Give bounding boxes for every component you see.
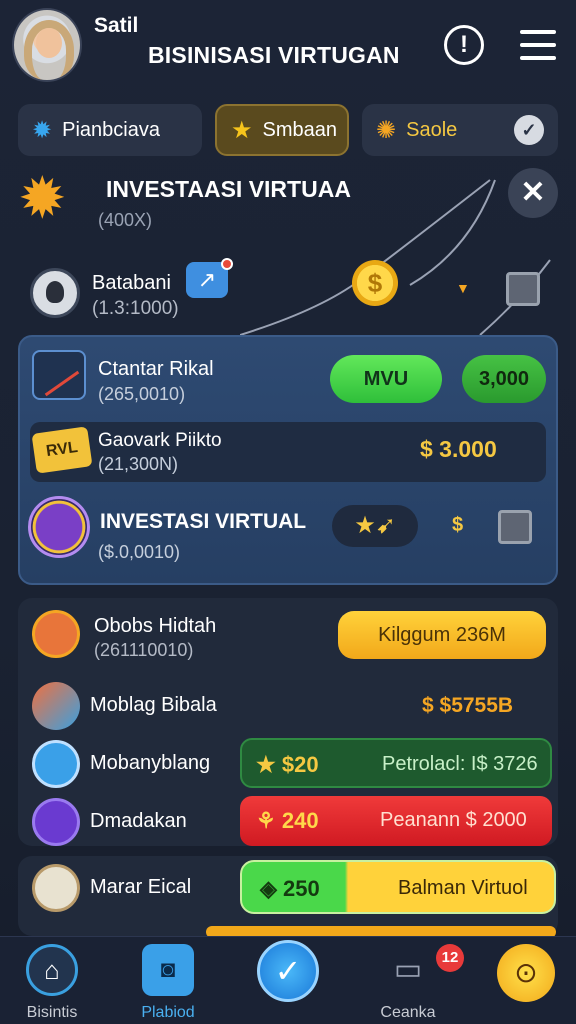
trend-badge[interactable]: ↗ xyxy=(186,258,233,298)
list-item-name: Dmadakan xyxy=(90,810,187,832)
check-icon: ✓ xyxy=(257,940,319,1002)
list-item-name: Mobanyblang xyxy=(90,752,211,774)
chat-icon: ▭ 12 xyxy=(382,944,464,996)
list-item-text: Petrolacl: I$ 3726 xyxy=(382,753,538,775)
nav-label: Plabiod xyxy=(141,1004,195,1021)
home-icon: ⌂ xyxy=(26,944,78,996)
investor-avatar-icon xyxy=(28,496,90,558)
star-icon: ★ xyxy=(231,116,253,144)
trend-icon: ↗ xyxy=(197,267,217,292)
user-row-sub: (1.3:1000) xyxy=(92,298,179,319)
chart-icon[interactable] xyxy=(506,272,540,306)
layers-icon xyxy=(32,740,80,788)
portfolio-item-sub: (21,300N) xyxy=(98,454,179,474)
list-item-value: $ $5755B xyxy=(422,694,514,717)
notification-badge: 12 xyxy=(436,944,464,972)
section-title: INVESTAASI VIRTUAA xyxy=(106,176,351,202)
portfolio-item-name: Gaovark Piikto xyxy=(98,430,222,451)
nav-label: Bisintis xyxy=(26,1004,78,1021)
user-row-name: Batabani xyxy=(92,272,171,294)
chip-saole[interactable]: ✺ Saole ✓ xyxy=(362,104,558,156)
rvl-badge-icon: RVL xyxy=(31,426,93,474)
mvu-button[interactable]: MVU xyxy=(330,355,442,403)
search-icon: ⊙ xyxy=(497,944,555,1002)
list-item-sub: (261110010) xyxy=(94,640,194,660)
list-item-button[interactable]: ★ $20 Petrolacl: I$ 3726 xyxy=(240,738,552,788)
nav-item-search[interactable]: ⊙ xyxy=(476,944,576,1002)
list-item-name: Moblag Bibala xyxy=(90,694,217,716)
nav-item-check[interactable]: ✓ xyxy=(238,940,338,1002)
nav-item-ceanka[interactable]: ▭ 12 Ceanka xyxy=(358,944,464,1022)
gear-icon: ✹ xyxy=(18,166,67,231)
portfolio-item-name: Ctantar Rikal xyxy=(98,358,214,380)
chip-pianbciava[interactable]: ✹ Pianbciava xyxy=(18,104,202,156)
list-item-button[interactable]: ⚘ 240 Peanann $ 2000 xyxy=(240,796,552,846)
nav-item-plabiod[interactable]: ◙ Plabiod xyxy=(118,944,218,1022)
star-icon: ★➹ xyxy=(354,512,396,539)
chip-label: Pianbciava xyxy=(62,118,160,141)
check-icon[interactable]: ✓ xyxy=(514,115,544,145)
chart-icon xyxy=(32,350,86,400)
avatar[interactable] xyxy=(30,268,80,318)
hamburger-menu-button[interactable] xyxy=(520,30,556,62)
portfolio-item-name: INVESTASI VIRTUAL xyxy=(100,510,307,533)
star-rocket-button[interactable]: ★➹ xyxy=(332,505,418,547)
chart-icon: ◙ xyxy=(142,944,194,996)
list-item-text: Peanann $ 2000 xyxy=(380,809,527,831)
list-item-button[interactable]: ◈ 250 Balman Virtuol xyxy=(240,860,556,914)
section-subtitle: (400X) xyxy=(98,210,153,230)
alert-button[interactable]: ! xyxy=(444,25,484,65)
nav-label: Ceanka xyxy=(380,1004,436,1021)
portfolio-item-value: $ 3.000 xyxy=(420,436,497,462)
close-icon: ✕ xyxy=(520,176,546,209)
close-button[interactable]: ✕ xyxy=(508,168,558,218)
chip-smbaan[interactable]: ★ Smbaan xyxy=(215,104,349,156)
list-item-name: Obobs Hidtah xyxy=(94,615,217,637)
dollar-icon: $ xyxy=(452,514,464,536)
chip-label: Saole xyxy=(406,118,458,141)
gear-icon: ✹ xyxy=(32,116,53,144)
portfolio-item-sub: (265,0010) xyxy=(98,384,186,404)
coin-icon: $ xyxy=(352,260,398,306)
page-title: BISINISASI VIRTUGAN xyxy=(148,42,400,68)
origami-icon xyxy=(32,682,80,730)
list-item-button[interactable]: Kilggum 236M xyxy=(338,611,546,659)
ghost-icon xyxy=(32,864,80,912)
chip-label: Smbaan xyxy=(262,118,338,141)
caret-down-icon[interactable]: ▼ xyxy=(456,280,470,296)
list-item-value: ★ $20 xyxy=(256,752,319,777)
value-button[interactable]: 3,000 xyxy=(462,355,546,403)
gear-icon: ✺ xyxy=(376,116,397,144)
list-item-value: ◈ 250 xyxy=(260,876,320,901)
chart-icon[interactable] xyxy=(498,510,532,544)
folder-icon xyxy=(32,798,80,846)
document-icon xyxy=(32,610,80,658)
profile-avatar[interactable] xyxy=(12,8,82,82)
portfolio-item-sub: ($.0,0010) xyxy=(98,542,181,562)
exclamation-icon: ! xyxy=(460,31,468,58)
list-item-name: Marar Eical xyxy=(90,876,192,898)
user-name: Satil xyxy=(94,14,139,37)
list-item-text: Balman Virtuol xyxy=(398,877,528,899)
list-item-value: ⚘ 240 xyxy=(256,808,319,833)
nav-item-bisintis[interactable]: ⌂ Bisintis xyxy=(2,944,102,1022)
